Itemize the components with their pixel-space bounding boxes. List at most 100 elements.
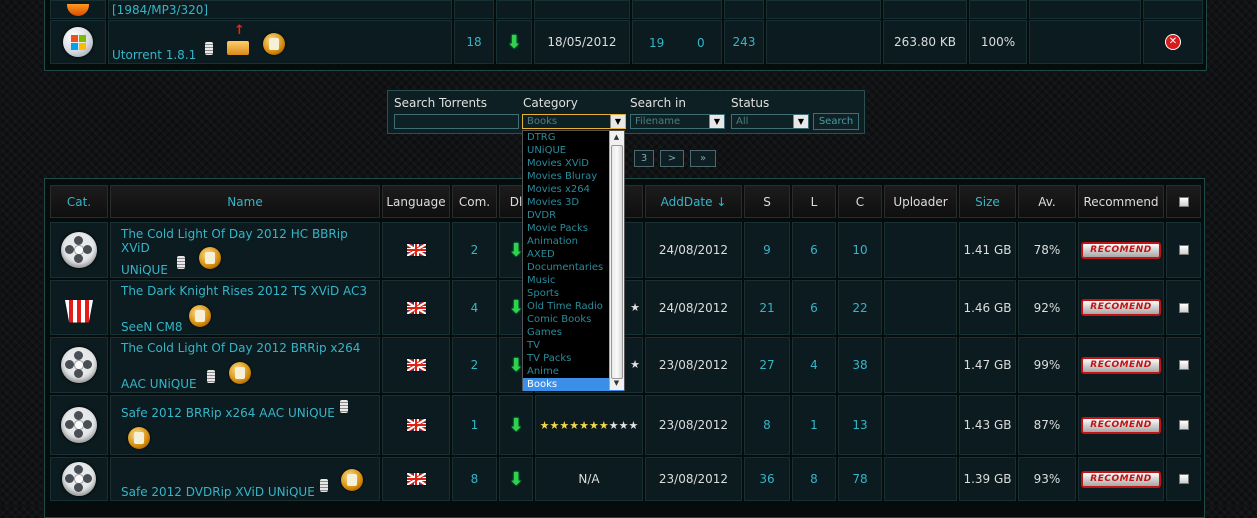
comments-count[interactable]: 2 [471, 243, 479, 257]
leechers-count[interactable]: 6 [810, 243, 818, 257]
size-value: 1.46 GB [963, 300, 1012, 315]
col-leechers-header[interactable]: L [792, 185, 836, 218]
status-select[interactable]: All ▼ [731, 114, 809, 129]
scroll-up-icon[interactable]: ▲ [610, 131, 623, 144]
movie-reel-icon[interactable] [62, 462, 96, 496]
disk-icon [205, 42, 213, 55]
select-all-checkbox[interactable] [1178, 196, 1189, 207]
movie-reel-icon[interactable] [61, 407, 97, 443]
col-size-header[interactable]: Size [959, 185, 1016, 218]
leechers-count[interactable]: 0 [697, 36, 705, 50]
leechers-count[interactable]: 6 [810, 301, 818, 315]
windows-icon[interactable] [63, 27, 93, 57]
size-value: 1.43 GB [963, 418, 1012, 432]
seeders-cell: 21 [744, 280, 790, 335]
recommend-button[interactable]: RECOMEND [1081, 470, 1161, 488]
comments-count[interactable]: 1 [471, 418, 479, 432]
disk-icon [340, 400, 348, 413]
torrent-name[interactable]: The Cold Light Of Day 2012 HC BBRip XViD [121, 227, 379, 255]
seeders-count[interactable]: 27 [759, 358, 774, 372]
torrent-name-line2[interactable]: Safe 2012 DVDRip XViD UNiQUE [121, 485, 315, 499]
recommend-button[interactable]: RECOMEND [1081, 416, 1161, 434]
col-seeders-header[interactable]: S [744, 185, 790, 218]
movie-reel-icon[interactable] [61, 232, 97, 268]
torrent-name[interactable]: Safe 2012 BRRip x264 AAC UNiQUE [121, 406, 335, 420]
download-arrow-icon[interactable]: ⬇ [508, 469, 523, 490]
completed-count[interactable]: 243 [733, 35, 756, 49]
uk-flag-icon [406, 473, 426, 485]
leechers-count[interactable]: 4 [810, 358, 818, 372]
comments-cell: 1 [452, 395, 497, 455]
row-checkbox[interactable] [1178, 474, 1189, 484]
recommend-button[interactable]: RECOMEND [1081, 299, 1161, 316]
recommend-button[interactable]: RECOMEND [1081, 356, 1161, 374]
download-arrow-icon[interactable]: ⬇ [508, 415, 523, 436]
leechers-count[interactable]: 8 [810, 472, 818, 486]
completed-count[interactable]: 78 [852, 472, 867, 486]
col-completed-header[interactable]: C [838, 185, 882, 218]
seeders-count[interactable]: 8 [763, 418, 771, 432]
movie-reel-icon[interactable] [61, 347, 97, 383]
col-adddate-header[interactable]: AddDate ↓ [645, 185, 742, 218]
recommend-button[interactable]: RECOMEND [1081, 241, 1161, 259]
search-button[interactable]: Search [813, 113, 859, 130]
dropdown-scrollbar[interactable]: ▲ ▼ [609, 131, 624, 390]
next-page-button[interactable]: > [660, 150, 684, 167]
date-cell: 23/08/2012 [645, 395, 742, 455]
rating-cell: ★ ★ ★ ★ ★ ★ ★ ★ ★ ★ [535, 395, 643, 455]
scroll-thumb[interactable] [611, 145, 623, 379]
row-checkbox[interactable] [1178, 245, 1189, 255]
date-cell: 23/08/2012 [645, 457, 742, 501]
scroll-down-icon[interactable]: ▼ [610, 377, 623, 390]
col-name-header[interactable]: Name [110, 185, 380, 218]
seeders-count[interactable]: 36 [759, 472, 774, 486]
seeders-count[interactable]: 9 [763, 243, 771, 257]
completed-count[interactable]: 22 [852, 301, 867, 315]
row-checkbox[interactable] [1178, 302, 1189, 313]
top-row1-name[interactable]: [1984/MP3/320] [112, 3, 208, 17]
seeders-count[interactable]: 19 [649, 36, 664, 50]
search-input[interactable] [394, 114, 519, 129]
popcorn-icon[interactable] [65, 300, 93, 323]
comments-count[interactable]: 4 [471, 301, 479, 315]
download-arrow-icon[interactable]: ⬇ [506, 32, 521, 53]
torrent-name[interactable]: The Dark Knight Rises 2012 TS XViD AC3 [121, 284, 367, 298]
torrent-name[interactable]: The Cold Light Of Day 2012 BRRip x264 [121, 341, 360, 355]
category-select[interactable]: Books ▼ [522, 114, 626, 129]
chevron-down-icon[interactable]: ▼ [709, 115, 724, 128]
completed-count[interactable]: 38 [852, 358, 867, 372]
comments-count[interactable]: 8 [471, 472, 479, 486]
last-page-button[interactable]: » [690, 150, 716, 167]
page-3-button[interactable]: 3 [634, 150, 654, 167]
comments-count[interactable]: 2 [471, 358, 479, 372]
torrent-name-utorrent[interactable]: Utorrent 1.8.1 [112, 48, 196, 62]
row-checkbox[interactable] [1178, 420, 1189, 430]
col-comments-header[interactable]: Com. [452, 185, 497, 218]
uk-flag-icon [406, 359, 426, 371]
comments-count[interactable]: 18 [466, 35, 481, 49]
top-row1-date-cell [534, 0, 630, 19]
size-value: 1.47 GB [963, 358, 1012, 372]
seeders-count[interactable]: 21 [759, 301, 774, 315]
torrent-name-line2[interactable]: SeeN CM8 [121, 320, 183, 334]
leechers-count[interactable]: 1 [810, 418, 818, 432]
chevron-down-icon[interactable]: ▼ [610, 115, 625, 128]
torrent-name-line2[interactable]: UNiQUE [121, 263, 168, 277]
top-row1-av-cell [969, 0, 1027, 19]
chevron-down-icon[interactable]: ▼ [793, 115, 808, 128]
top-row1-dl-cell [496, 0, 532, 19]
torrent-name-line2[interactable]: AAC UNiQUE [121, 377, 197, 391]
name-cell: The Cold Light Of Day 2012 BRRip x264 AA… [110, 337, 380, 393]
col-cat-header[interactable]: Cat. [50, 185, 108, 218]
top-row2-com-cell: 18 [454, 20, 494, 64]
top-row1-extra-cell [1029, 0, 1141, 19]
row-checkbox[interactable] [1178, 360, 1189, 370]
top-row1-size-cell [883, 0, 967, 19]
badge-icon [229, 362, 251, 384]
delete-icon[interactable]: ✕ [1166, 35, 1180, 49]
completed-count[interactable]: 13 [852, 418, 867, 432]
category-dropdown-list[interactable]: DTRG UNiQUE Movies XViD Movies Bluray Movies… [522, 130, 625, 391]
search-in-select[interactable]: Filename ▼ [630, 114, 725, 129]
av-cell: 92% [1018, 280, 1076, 335]
completed-count[interactable]: 10 [852, 243, 867, 257]
